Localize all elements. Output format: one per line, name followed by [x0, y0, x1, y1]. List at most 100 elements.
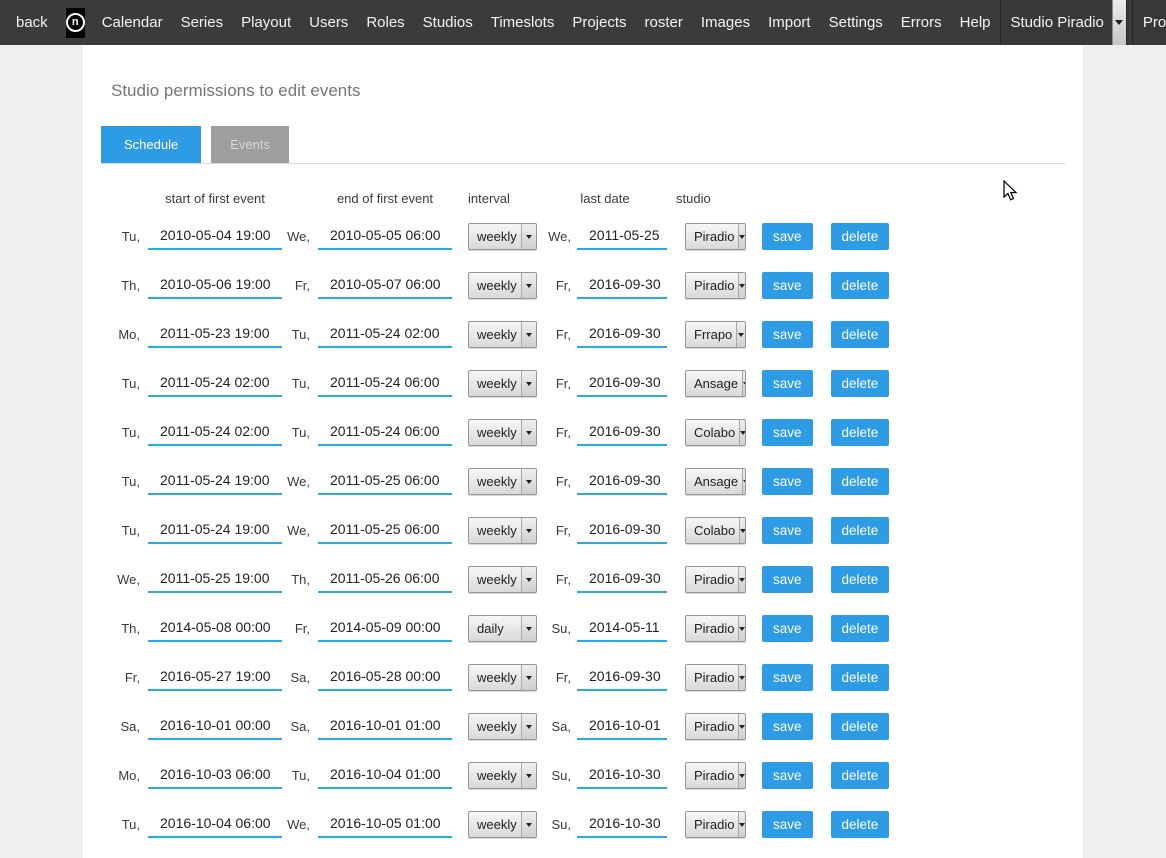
start-datetime-input[interactable] — [148, 762, 282, 789]
start-datetime-input[interactable] — [148, 517, 282, 544]
last-date-input[interactable] — [577, 615, 667, 642]
end-datetime-input[interactable] — [318, 517, 452, 544]
save-button[interactable]: save — [762, 419, 813, 446]
end-datetime-input[interactable] — [318, 419, 452, 446]
end-datetime-input[interactable] — [318, 272, 452, 299]
delete-button[interactable]: delete — [831, 811, 890, 838]
interval-select[interactable]: weekly — [468, 811, 537, 838]
studio-row-select[interactable]: Piradio — [685, 615, 746, 642]
end-datetime-input[interactable] — [318, 223, 452, 250]
last-date-input[interactable] — [577, 664, 667, 691]
delete-button[interactable]: delete — [831, 517, 890, 544]
save-button[interactable]: save — [762, 615, 813, 642]
studio-row-select[interactable]: Ansage — [685, 468, 746, 495]
studio-row-select[interactable]: Piradio — [685, 272, 746, 299]
nav-menu-item[interactable]: Images — [692, 14, 759, 31]
delete-button[interactable]: delete — [831, 419, 890, 446]
nav-menu-item[interactable]: Series — [172, 14, 233, 31]
studio-row-select[interactable]: Colabo — [685, 419, 746, 446]
save-button[interactable]: save — [762, 321, 813, 348]
save-button[interactable]: save — [762, 517, 813, 544]
start-datetime-input[interactable] — [148, 713, 282, 740]
studio-select[interactable]: Studio Piradio — [1000, 0, 1127, 45]
end-datetime-input[interactable] — [318, 713, 452, 740]
last-date-input[interactable] — [577, 517, 667, 544]
nav-menu-item[interactable]: roster — [636, 14, 692, 31]
delete-button[interactable]: delete — [831, 468, 890, 495]
last-date-input[interactable] — [577, 762, 667, 789]
save-button[interactable]: save — [762, 272, 813, 299]
delete-button[interactable]: delete — [831, 566, 890, 593]
interval-select[interactable]: weekly — [468, 517, 537, 544]
studio-row-select[interactable]: Piradio — [685, 762, 746, 789]
last-date-input[interactable] — [577, 272, 667, 299]
studio-row-select[interactable]: Piradio — [685, 566, 746, 593]
delete-button[interactable]: delete — [831, 713, 890, 740]
nav-menu-item[interactable]: Roles — [357, 14, 413, 31]
interval-select[interactable]: weekly — [468, 419, 537, 446]
pi-radio-logo-icon[interactable]: n — [66, 8, 85, 38]
start-datetime-input[interactable] — [148, 468, 282, 495]
start-datetime-input[interactable] — [148, 272, 282, 299]
start-datetime-input[interactable] — [148, 370, 282, 397]
delete-button[interactable]: delete — [831, 664, 890, 691]
delete-button[interactable]: delete — [831, 223, 890, 250]
interval-select[interactable]: weekly — [468, 223, 537, 250]
delete-button[interactable]: delete — [831, 615, 890, 642]
nav-menu-item[interactable]: Timeslots — [482, 14, 564, 31]
nav-menu-item[interactable]: Studios — [414, 14, 482, 31]
end-datetime-input[interactable] — [318, 468, 452, 495]
nav-menu-item[interactable]: Import — [759, 14, 820, 31]
save-button[interactable]: save — [762, 713, 813, 740]
last-date-input[interactable] — [577, 223, 667, 250]
nav-menu-item[interactable]: Errors — [892, 14, 951, 31]
delete-button[interactable]: delete — [831, 370, 890, 397]
save-button[interactable]: save — [762, 762, 813, 789]
start-datetime-input[interactable] — [148, 615, 282, 642]
studio-row-select[interactable]: Piradio — [685, 811, 746, 838]
nav-menu-item[interactable]: Projects — [563, 14, 635, 31]
interval-select[interactable]: weekly — [468, 713, 537, 740]
delete-button[interactable]: delete — [831, 762, 890, 789]
end-datetime-input[interactable] — [318, 664, 452, 691]
last-date-input[interactable] — [577, 321, 667, 348]
start-datetime-input[interactable] — [148, 566, 282, 593]
interval-select[interactable]: weekly — [468, 762, 537, 789]
last-date-input[interactable] — [577, 370, 667, 397]
start-datetime-input[interactable] — [148, 664, 282, 691]
nav-menu-item[interactable]: Help — [951, 14, 1000, 31]
interval-select[interactable]: daily — [468, 615, 537, 642]
interval-select[interactable]: weekly — [468, 370, 537, 397]
interval-select[interactable]: weekly — [468, 566, 537, 593]
last-date-input[interactable] — [577, 713, 667, 740]
interval-select[interactable]: weekly — [468, 468, 537, 495]
nav-menu-item[interactable]: Calendar — [93, 14, 172, 31]
delete-button[interactable]: delete — [831, 321, 890, 348]
end-datetime-input[interactable] — [318, 811, 452, 838]
project-select[interactable]: Project 88vier — [1132, 0, 1166, 45]
last-date-input[interactable] — [577, 811, 667, 838]
studio-row-select[interactable]: Piradio — [685, 223, 746, 250]
interval-select[interactable]: weekly — [468, 664, 537, 691]
studio-row-select[interactable]: Piradio — [685, 713, 746, 740]
save-button[interactable]: save — [762, 370, 813, 397]
save-button[interactable]: save — [762, 223, 813, 250]
nav-menu-item[interactable]: Settings — [820, 14, 892, 31]
end-datetime-input[interactable] — [318, 370, 452, 397]
studio-row-select[interactable]: Ansage — [685, 370, 746, 397]
start-datetime-input[interactable] — [148, 419, 282, 446]
start-datetime-input[interactable] — [148, 223, 282, 250]
delete-button[interactable]: delete — [831, 272, 890, 299]
save-button[interactable]: save — [762, 566, 813, 593]
last-date-input[interactable] — [577, 566, 667, 593]
end-datetime-input[interactable] — [318, 566, 452, 593]
start-datetime-input[interactable] — [148, 321, 282, 348]
studio-row-select[interactable]: Frrapo — [685, 321, 746, 348]
interval-select[interactable]: weekly — [468, 272, 537, 299]
tab-events[interactable]: Events — [211, 126, 289, 163]
back-link[interactable]: back — [14, 14, 58, 31]
last-date-input[interactable] — [577, 468, 667, 495]
tab-schedule[interactable]: Schedule — [101, 126, 201, 163]
interval-select[interactable]: weekly — [468, 321, 537, 348]
nav-menu-item[interactable]: Playout — [232, 14, 300, 31]
